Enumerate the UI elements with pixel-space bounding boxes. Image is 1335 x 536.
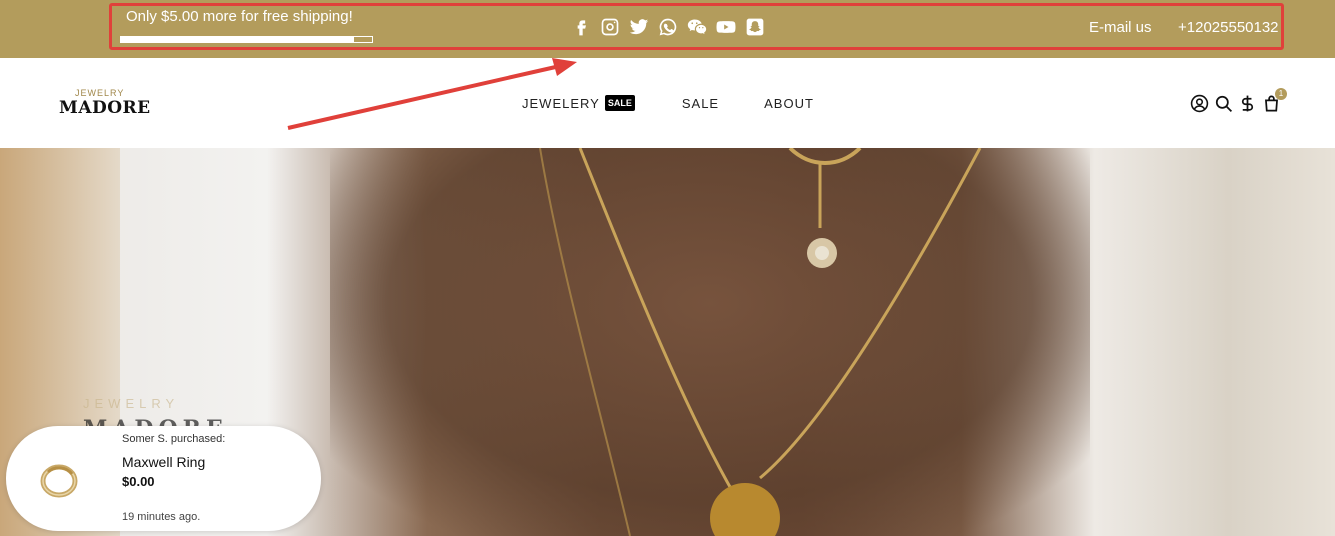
purchase-customer-text: Somer S. purchased: bbox=[122, 433, 226, 445]
announcement-bar: Only $5.00 more for free shipping! E-mai… bbox=[0, 0, 1335, 58]
logo-wordmark: MADORE bbox=[59, 98, 151, 118]
nav-sale-label[interactable]: SALE bbox=[682, 96, 719, 111]
nav-jewelery-label[interactable]: JEWELERY bbox=[522, 96, 600, 111]
nav-item-about[interactable]: ABOUT bbox=[764, 96, 814, 111]
account-icon[interactable] bbox=[1189, 92, 1209, 114]
annotation-highlight-box bbox=[109, 3, 1284, 50]
recent-purchase-popup[interactable]: Somer S. purchased: Maxwell Ring $0.00 1… bbox=[6, 426, 321, 531]
nav-item-sale[interactable]: SALE bbox=[682, 96, 719, 111]
nav-about-label[interactable]: ABOUT bbox=[764, 96, 814, 111]
search-icon[interactable] bbox=[1213, 92, 1233, 114]
purchase-time-ago: 19 minutes ago. bbox=[122, 511, 201, 523]
currency-icon[interactable] bbox=[1237, 92, 1257, 114]
logo-tagline: JEWELRY bbox=[75, 88, 125, 98]
cart-icon[interactable]: 1 bbox=[1261, 88, 1287, 114]
sale-badge: SALE bbox=[604, 95, 635, 111]
nav-item-jewelery[interactable]: JEWELERY SALE bbox=[522, 95, 635, 111]
cart-count-badge: 1 bbox=[1275, 88, 1287, 100]
ring-thumbnail bbox=[36, 456, 82, 502]
purchase-product-name[interactable]: Maxwell Ring bbox=[122, 454, 205, 470]
hero-overlay-tagline: JEWELRY bbox=[83, 396, 180, 411]
site-logo[interactable]: JEWELRY MADORE bbox=[59, 88, 151, 118]
main-nav: JEWELERY SALE SALE ABOUT bbox=[522, 95, 814, 111]
header-icons: 1 bbox=[1189, 88, 1287, 114]
site-header: JEWELRY MADORE JEWELERY SALE SALE ABOUT … bbox=[0, 58, 1335, 148]
purchase-product-price: $0.00 bbox=[122, 474, 155, 489]
